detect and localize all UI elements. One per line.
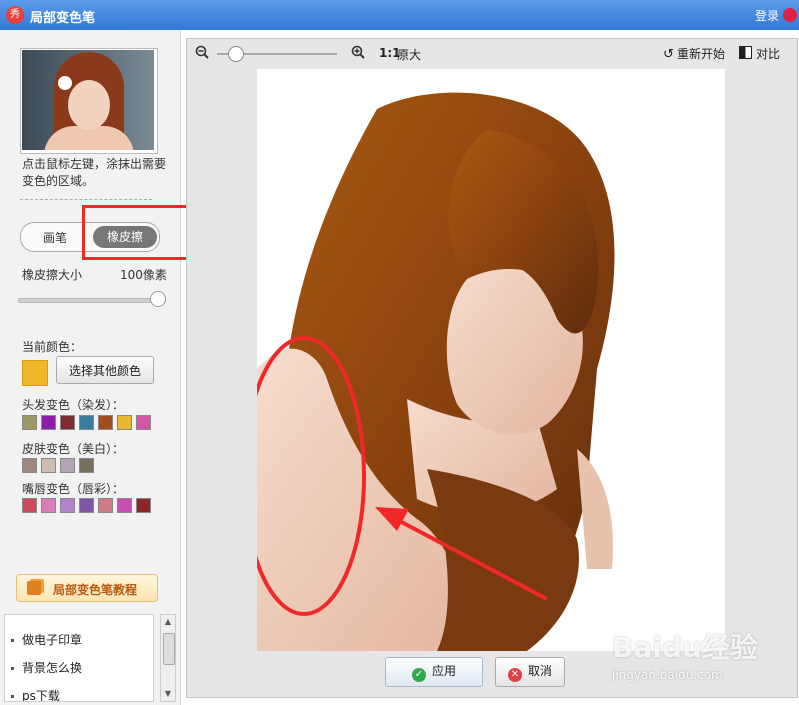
lip-color-swatch[interactable]	[117, 498, 132, 513]
zoom-out-icon[interactable]	[195, 45, 209, 59]
tutorial-button-label: 局部变色笔教程	[53, 583, 138, 597]
brush-mode-button[interactable]: 画笔	[43, 229, 67, 246]
zoom-slider-handle[interactable]	[227, 46, 244, 62]
related-list: 做电子印章 背景怎么换 ps下载	[4, 614, 154, 702]
skin-color-swatches	[22, 458, 94, 473]
eraser-size-value: 100像素	[120, 268, 167, 282]
skin-color-swatch[interactable]	[60, 458, 75, 473]
bullet-icon	[11, 639, 14, 642]
zoom-in-icon[interactable]	[351, 45, 365, 59]
hair-color-swatches	[22, 415, 151, 430]
hair-color-swatch[interactable]	[41, 415, 56, 430]
eraser-size-label: 橡皮擦大小	[22, 268, 83, 282]
list-scrollbar[interactable]: ▲ ▼	[160, 614, 176, 702]
choose-color-button[interactable]: 选择其他颜色	[56, 356, 154, 384]
left-panel: 点击鼠标左键，涂抹出需要变色的区域。 画笔 橡皮擦 橡皮擦大小 100像素 当前…	[0, 30, 198, 705]
title-bar: 秀 局部变色笔 登录	[0, 0, 799, 30]
current-color-label: 当前颜色：	[22, 340, 83, 354]
preview-thumbnail	[20, 48, 158, 154]
divider	[20, 199, 152, 200]
eraser-size-slider-handle[interactable]	[150, 291, 166, 307]
lip-color-swatch[interactable]	[98, 498, 113, 513]
lip-color-label: 嘴唇变色（唇彩）：	[22, 482, 125, 496]
eraser-size-slider[interactable]	[18, 298, 166, 303]
skin-color-label: 皮肤变色（美白）：	[22, 442, 125, 456]
bullet-icon	[11, 667, 14, 670]
photo-canvas[interactable]	[257, 69, 725, 651]
hair-color-swatch[interactable]	[79, 415, 94, 430]
list-item[interactable]: ps下载	[11, 687, 60, 701]
hair-color-swatch[interactable]	[98, 415, 113, 430]
restart-button[interactable]: ↺ 重新开始	[663, 45, 725, 62]
hair-color-swatch[interactable]	[22, 415, 37, 430]
bullet-icon	[11, 695, 14, 698]
hair-color-swatch[interactable]	[60, 415, 75, 430]
lip-color-swatch[interactable]	[60, 498, 75, 513]
original-size-button[interactable]: 原大	[397, 46, 421, 63]
photo-image	[257, 92, 615, 651]
scrollbar-thumb[interactable]	[163, 633, 175, 665]
preview-flower	[58, 76, 72, 90]
list-item[interactable]: 背景怎么换	[11, 659, 82, 676]
login-link[interactable]: 登录	[755, 7, 779, 24]
hair-color-swatch[interactable]	[136, 415, 151, 430]
compare-button[interactable]: 对比	[739, 45, 780, 62]
lip-color-swatch[interactable]	[79, 498, 94, 513]
tutorial-button[interactable]: 局部变色笔教程	[16, 574, 158, 602]
apply-button[interactable]: ✓ 应用	[385, 657, 483, 687]
editor-panel: 1:1 原大 ↺ 重新开始 对比 ✓ 应用 ✕ 取消	[186, 38, 798, 698]
watermark-url: jingyan.baidu.com	[612, 668, 723, 682]
lip-color-swatch[interactable]	[22, 498, 37, 513]
current-color-swatch	[22, 360, 48, 386]
compare-icon	[739, 46, 752, 59]
app-icon: 秀	[6, 6, 24, 24]
scroll-down-icon[interactable]: ▼	[163, 689, 173, 699]
skin-color-swatch[interactable]	[22, 458, 37, 473]
check-icon: ✓	[411, 668, 426, 682]
preview-face	[68, 80, 110, 130]
preview-image	[22, 50, 154, 150]
shoulder-back	[577, 449, 613, 569]
skin-color-swatch[interactable]	[79, 458, 94, 473]
skin-color-swatch[interactable]	[41, 458, 56, 473]
cancel-button[interactable]: ✕ 取消	[495, 657, 565, 687]
window-title: 局部变色笔	[30, 11, 96, 26]
undo-icon: ↺	[663, 47, 674, 62]
list-item[interactable]: 做电子印章	[11, 631, 82, 648]
instruction-text: 点击鼠标左键，涂抹出需要变色的区域。	[22, 157, 167, 188]
hair-color-swatch[interactable]	[117, 415, 132, 430]
annotation-highlight-box	[82, 205, 198, 260]
hair-color-label: 头发变色（染发）：	[22, 398, 125, 412]
user-icon[interactable]	[783, 8, 797, 22]
close-icon: ✕	[507, 668, 522, 682]
scroll-up-icon[interactable]: ▲	[163, 617, 173, 627]
book-icon	[27, 581, 41, 595]
lip-color-swatches	[22, 498, 151, 513]
lip-color-swatch[interactable]	[41, 498, 56, 513]
lip-color-swatch[interactable]	[136, 498, 151, 513]
